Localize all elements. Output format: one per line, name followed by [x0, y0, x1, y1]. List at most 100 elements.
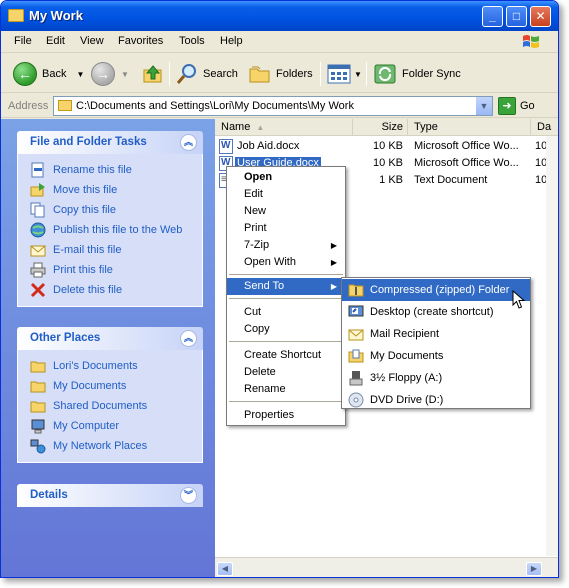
- rename-icon: [31, 162, 44, 178]
- context-menu: Open Edit New Print 7-Zip ▶ Open With ▶ …: [226, 166, 346, 426]
- sendto-label: DVD Drive (D:): [370, 394, 444, 406]
- back-dropdown-icon[interactable]: ▼: [76, 70, 84, 79]
- ctx-send-to[interactable]: Send To ▶: [227, 278, 345, 295]
- panel-header[interactable]: File and Folder Tasks ︽: [17, 131, 203, 154]
- horizontal-scrollbar[interactable]: ◀ ▶: [215, 557, 558, 577]
- folder-sync-icon: [374, 64, 396, 84]
- place-my-network-places[interactable]: My Network Places: [18, 436, 202, 456]
- collapse-chevron-icon[interactable]: ︽: [180, 134, 197, 151]
- menu-separator: [229, 401, 343, 402]
- go-button[interactable]: ➜ Go: [498, 97, 535, 115]
- ctx-open[interactable]: Open: [227, 169, 345, 186]
- minimize-button[interactable]: _: [482, 6, 503, 27]
- collapse-chevron-icon[interactable]: ︽: [180, 330, 197, 347]
- floppy-icon: [349, 371, 363, 386]
- panel-header[interactable]: Other Places ︽: [17, 327, 203, 350]
- title-bar[interactable]: My Work _ □ ✕: [1, 1, 558, 31]
- place-shared-documents[interactable]: Shared Documents: [18, 396, 202, 416]
- other-places-panel: Other Places ︽ Lori's Documents My Docum…: [17, 327, 203, 463]
- search-button[interactable]: Search: [175, 62, 238, 86]
- menu-tools[interactable]: Tools: [179, 35, 205, 47]
- vertical-scrollbar[interactable]: [546, 136, 558, 556]
- zip-folder-icon: [348, 284, 364, 297]
- back-button[interactable]: ← Back ▼: [13, 62, 84, 86]
- submenu-arrow-icon: ▶: [330, 241, 337, 250]
- maximize-button[interactable]: □: [506, 6, 527, 27]
- file-type: Microsoft Office Wo...: [414, 157, 519, 169]
- scroll-left-icon[interactable]: ◀: [217, 562, 233, 576]
- menu-view[interactable]: View: [80, 35, 104, 47]
- place-label: My Documents: [53, 380, 127, 392]
- ctx-7zip[interactable]: 7-Zip ▶: [227, 237, 345, 254]
- file-size: 10 KB: [373, 140, 403, 152]
- views-dropdown-icon[interactable]: ▼: [354, 70, 362, 79]
- file-row[interactable]: Job Aid.docx 10 KB Microsoft Office Wo..…: [215, 138, 558, 155]
- folder-icon: [30, 361, 46, 373]
- task-publish[interactable]: Publish this file to the Web: [18, 220, 202, 240]
- sendto-mail-recipient[interactable]: Mail Recipient: [342, 323, 530, 345]
- address-input[interactable]: C:\Documents and Settings\Lori\My Docume…: [53, 96, 493, 116]
- sendto-floppy[interactable]: 3½ Floppy (A:): [342, 367, 530, 389]
- my-documents-icon: [348, 349, 364, 363]
- windows-logo-icon: [523, 35, 539, 48]
- task-move[interactable]: Move this file: [18, 180, 202, 200]
- task-pane: File and Folder Tasks ︽ Rename this file…: [1, 119, 215, 577]
- place-my-computer[interactable]: My Computer: [18, 416, 202, 436]
- column-name[interactable]: Name ▲: [215, 119, 353, 136]
- ctx-delete[interactable]: Delete: [227, 364, 345, 381]
- delete-icon: [30, 282, 46, 298]
- ctx-properties[interactable]: Properties: [227, 407, 345, 424]
- place-label: My Network Places: [53, 440, 148, 452]
- task-delete[interactable]: Delete this file: [18, 280, 202, 300]
- ctx-copy[interactable]: Copy: [227, 321, 345, 338]
- ctx-edit[interactable]: Edit: [227, 186, 345, 203]
- task-label: E-mail this file: [53, 244, 122, 256]
- ctx-new[interactable]: New: [227, 203, 345, 220]
- sendto-desktop[interactable]: Desktop (create shortcut): [342, 301, 530, 323]
- toolbar-separator: [320, 62, 321, 86]
- menu-help[interactable]: Help: [220, 35, 243, 47]
- ctx-rename[interactable]: Rename: [227, 381, 345, 398]
- column-date[interactable]: Da: [531, 119, 558, 136]
- menu-file[interactable]: File: [14, 35, 32, 47]
- file-type: Text Document: [414, 174, 488, 186]
- folder-sync-button[interactable]: Folder Sync: [373, 62, 461, 86]
- ctx-open-with[interactable]: Open With ▶: [227, 254, 345, 271]
- views-button[interactable]: ▼: [327, 62, 362, 86]
- task-print[interactable]: Print this file: [18, 260, 202, 280]
- column-type[interactable]: Type: [408, 119, 531, 136]
- task-label: Publish this file to the Web: [53, 224, 183, 236]
- sort-ascending-icon: ▲: [256, 123, 265, 132]
- scroll-right-icon[interactable]: ▶: [526, 562, 542, 576]
- folder-icon: [8, 9, 24, 22]
- place-loris-documents[interactable]: Lori's Documents: [18, 356, 202, 376]
- menu-favorites[interactable]: Favorites: [118, 35, 163, 47]
- forward-dropdown-icon[interactable]: ▼: [121, 70, 129, 79]
- up-folder-button[interactable]: [142, 62, 164, 86]
- ctx-create-shortcut[interactable]: Create Shortcut: [227, 347, 345, 364]
- sendto-label: My Documents: [370, 350, 444, 362]
- forward-button[interactable]: → ▼: [91, 62, 129, 86]
- ctx-cut[interactable]: Cut: [227, 304, 345, 321]
- column-size[interactable]: Size: [353, 119, 408, 136]
- sendto-dvd-drive[interactable]: DVD Drive (D:): [342, 389, 530, 411]
- sendto-compressed-folder[interactable]: Compressed (zipped) Folder: [342, 279, 530, 301]
- expand-chevron-icon[interactable]: ︾: [180, 487, 197, 504]
- send-to-submenu: Compressed (zipped) Folder Desktop (crea…: [341, 277, 531, 409]
- file-name: Job Aid.docx: [237, 140, 300, 152]
- panel-body: Lori's Documents My Documents Shared Doc…: [17, 350, 203, 463]
- menu-edit[interactable]: Edit: [46, 35, 65, 47]
- ctx-send-to-label: Send To: [244, 280, 285, 292]
- address-dropdown-icon[interactable]: ▼: [475, 97, 492, 115]
- views-icon: [327, 64, 351, 84]
- task-rename[interactable]: Rename this file: [18, 160, 202, 180]
- sendto-my-documents[interactable]: My Documents: [342, 345, 530, 367]
- folders-button[interactable]: Folders: [248, 62, 313, 86]
- panel-header[interactable]: Details ︾: [17, 484, 203, 507]
- place-my-documents[interactable]: My Documents: [18, 376, 202, 396]
- task-copy[interactable]: Copy this file: [18, 200, 202, 220]
- email-icon: [30, 245, 46, 257]
- close-button[interactable]: ✕: [530, 6, 551, 27]
- ctx-print[interactable]: Print: [227, 220, 345, 237]
- task-email[interactable]: E-mail this file: [18, 240, 202, 260]
